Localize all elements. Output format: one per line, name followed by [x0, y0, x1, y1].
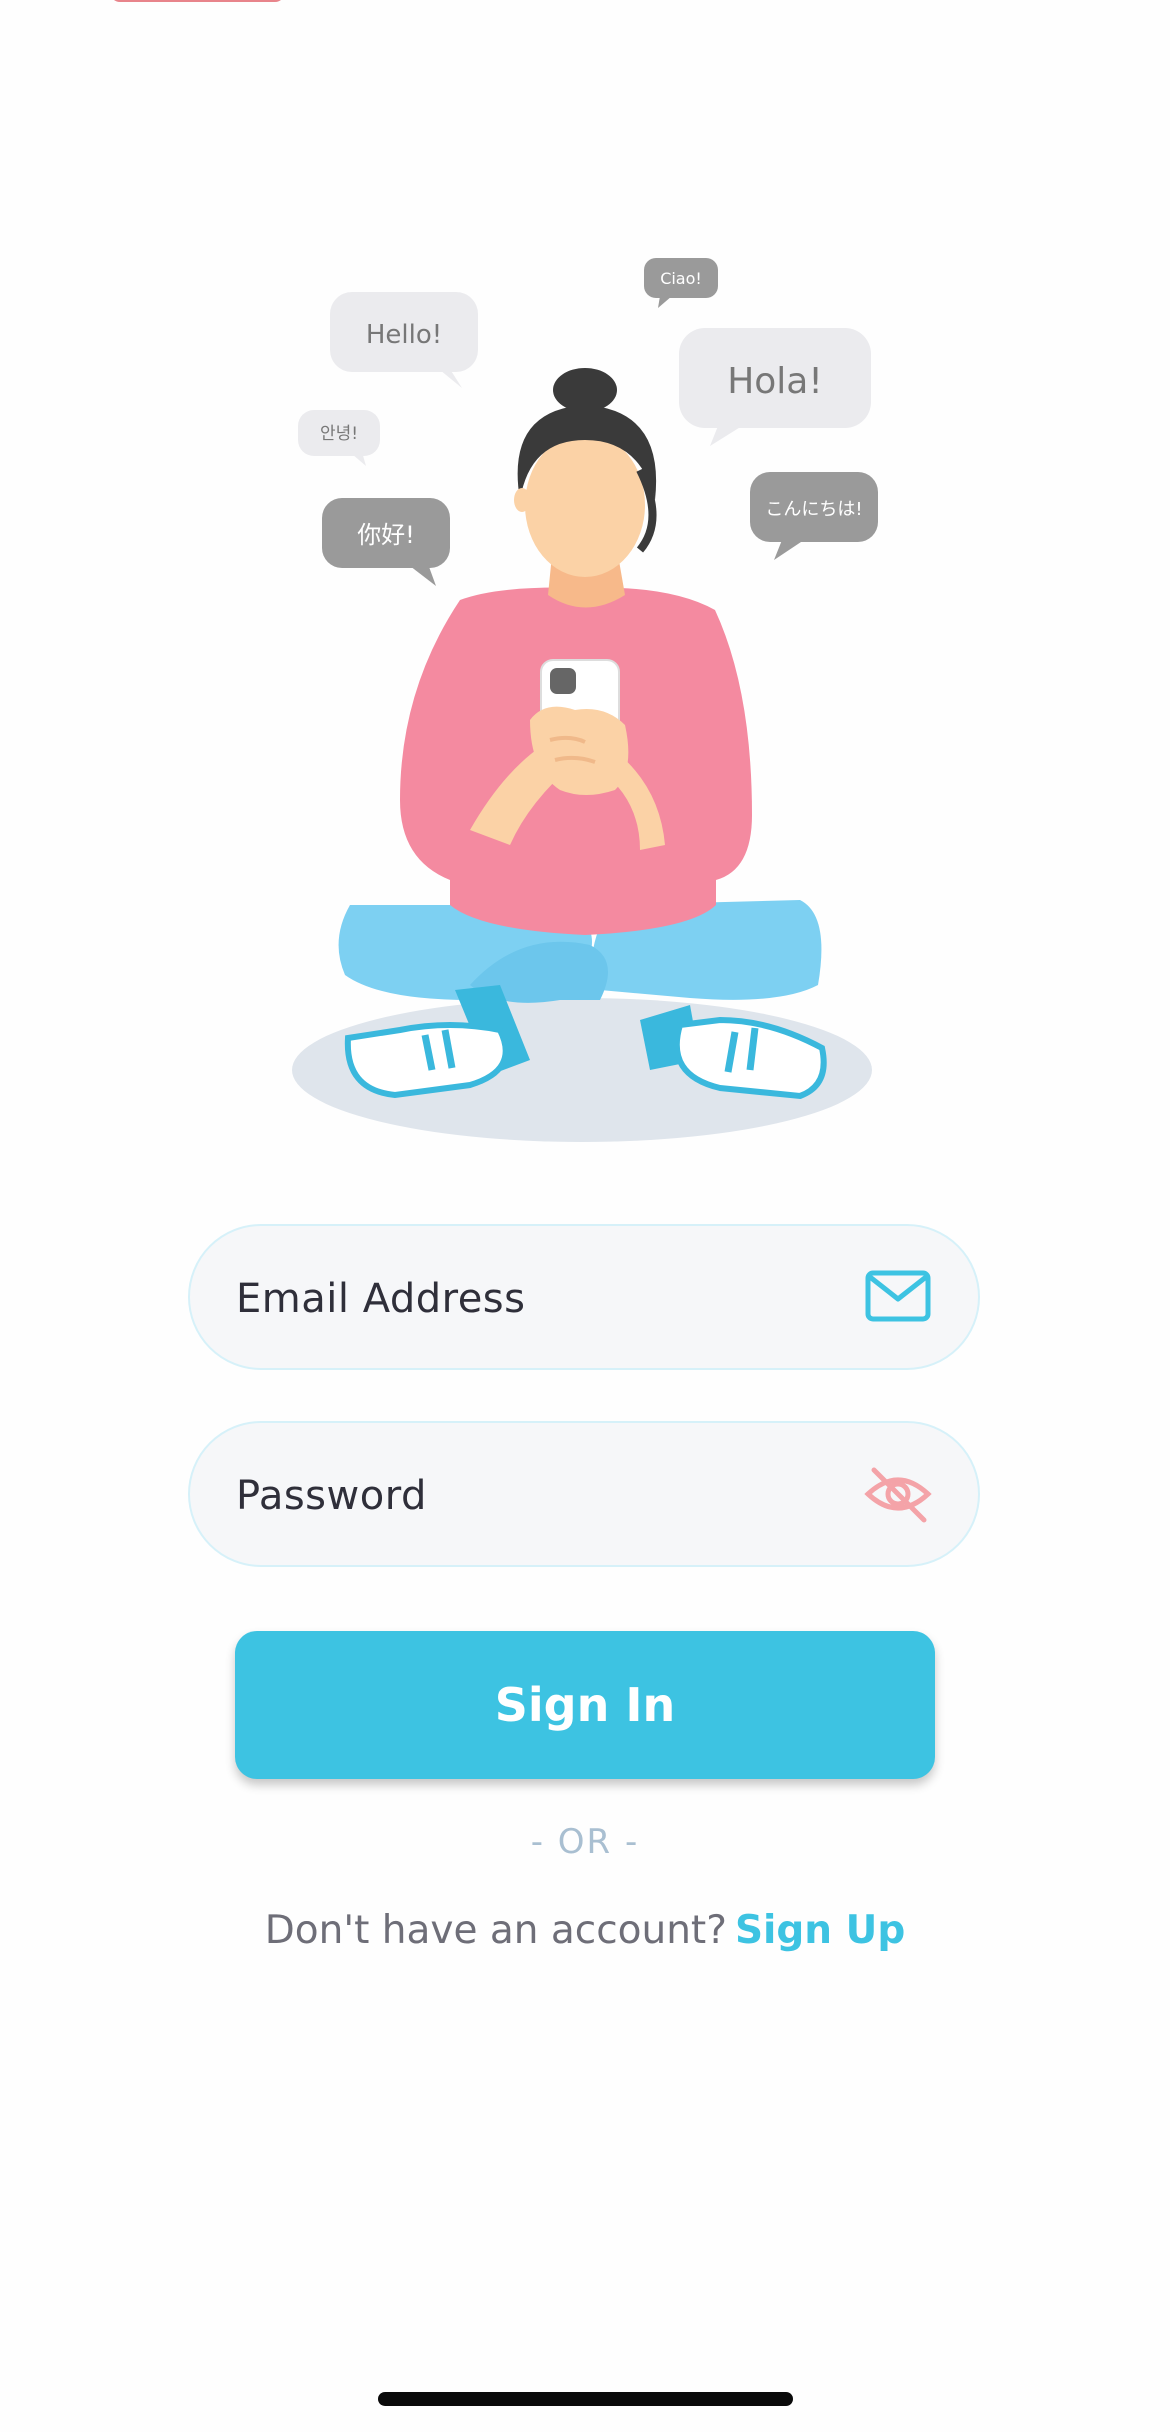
- bubble-annyeong-text: 안녕!: [320, 424, 358, 444]
- signup-prompt-text: Don't have an account?: [264, 1908, 727, 1953]
- email-placeholder: Email Address: [236, 1276, 526, 1322]
- password-placeholder: Password: [236, 1473, 427, 1519]
- top-indicator-tab: [110, 0, 285, 2]
- home-indicator[interactable]: [378, 2392, 793, 2406]
- bubble-hola: Hola!: [679, 328, 871, 446]
- bubble-hola-text: Hola!: [727, 361, 823, 402]
- hero-illustration: Hello! Ciao! Hola! 안녕! 你好! こんにちは!: [280, 250, 900, 1150]
- signup-prompt-row: Don't have an account? Sign Up: [0, 1908, 1170, 1953]
- bubble-nihao-text: 你好!: [357, 521, 415, 549]
- mail-icon: [864, 1267, 932, 1327]
- face: [525, 433, 645, 577]
- bubble-ciao-text: Ciao!: [660, 269, 702, 288]
- bubble-hello: Hello!: [330, 292, 478, 388]
- password-field[interactable]: Password: [188, 1421, 980, 1567]
- bubble-konnichiwa: こんにちは!: [750, 472, 878, 560]
- hair-bun: [553, 368, 617, 412]
- sign-up-link[interactable]: Sign Up: [735, 1908, 905, 1953]
- bubble-annyeong: 안녕!: [298, 410, 380, 466]
- ear: [514, 488, 530, 512]
- eye-off-icon[interactable]: [864, 1464, 932, 1524]
- bubble-hello-text: Hello!: [366, 320, 442, 350]
- bubble-konnichiwa-text: こんにちは!: [765, 499, 862, 520]
- bubble-ciao: Ciao!: [644, 258, 718, 308]
- bubble-nihao: 你好!: [322, 498, 450, 586]
- or-divider: - OR -: [530, 1822, 640, 1862]
- phone-camera: [550, 668, 576, 694]
- sign-in-button[interactable]: Sign In: [235, 1631, 935, 1779]
- email-field[interactable]: Email Address: [188, 1224, 980, 1370]
